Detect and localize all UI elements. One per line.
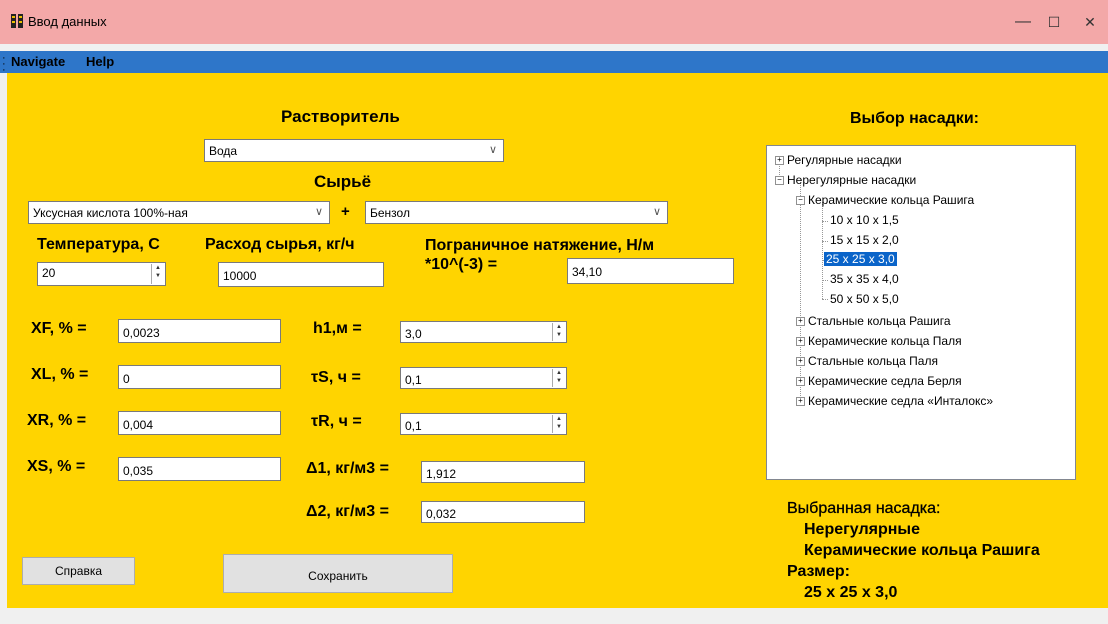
tension-label-line2: *10^(-3) = xyxy=(425,256,498,273)
xf-value: 0,0023 xyxy=(123,326,160,340)
tree-node-other[interactable]: Керамические седла Берля xyxy=(808,374,962,388)
temperature-value: 20 xyxy=(42,266,56,280)
solvent-value: Вода xyxy=(209,144,238,158)
xf-label: XF, % = xyxy=(31,320,87,337)
tree-node-irregular[interactable]: Нерегулярные насадки xyxy=(787,173,916,187)
xr-input[interactable]: 0,004 xyxy=(118,411,281,435)
plus-sign: + xyxy=(341,203,350,220)
spinner-arrows-icon[interactable]: ▲ ▼ xyxy=(151,264,164,284)
delta2-value: 0,032 xyxy=(426,507,457,521)
tree-node-other[interactable]: Стальные кольца Рашига xyxy=(808,314,951,328)
expand-plus-icon[interactable]: + xyxy=(796,337,805,346)
collapse-minus-icon[interactable]: − xyxy=(796,196,805,205)
menu-help[interactable]: Help xyxy=(86,54,114,69)
ts-stepper[interactable]: 0,1 ▲ ▼ xyxy=(400,367,567,389)
selected-name: Керамические кольца Рашига xyxy=(804,542,1040,559)
ts-value: 0,1 xyxy=(405,373,422,387)
flow-value: 10000 xyxy=(223,269,257,283)
flow-input[interactable]: 10000 xyxy=(218,262,384,287)
expand-plus-icon[interactable]: + xyxy=(796,357,805,366)
delta1-value: 1,912 xyxy=(426,467,457,481)
tree-node-size[interactable]: 15 x 15 x 2,0 xyxy=(830,233,899,247)
close-button[interactable]: ✕ xyxy=(1077,10,1103,34)
window-title: Ввод данных xyxy=(28,14,107,29)
expand-plus-icon[interactable]: + xyxy=(796,397,805,406)
h1-stepper[interactable]: 3,0 ▲ ▼ xyxy=(400,321,567,343)
xl-value: 0 xyxy=(123,372,130,386)
chevron-down-icon: ∨ xyxy=(652,206,661,218)
feed-label: Сырьё xyxy=(314,172,372,191)
title-bar: Ввод данных — ☐ ✕ xyxy=(0,0,1108,44)
tree-node-size-selected[interactable]: 25 x 25 x 3,0 xyxy=(824,252,897,266)
xl-input[interactable]: 0 xyxy=(118,365,281,389)
menu-bar: · · · Navigate Help xyxy=(0,51,1108,76)
selected-title: Выбранная насадка: xyxy=(787,500,941,517)
h1-label: h1,м = xyxy=(313,320,362,337)
tr-stepper[interactable]: 0,1 ▲ ▼ xyxy=(400,413,567,435)
expand-plus-icon[interactable]: + xyxy=(796,317,805,326)
tree-node-raschig-ceramic[interactable]: Керамические кольца Рашига xyxy=(808,193,974,207)
ts-label: τS, ч = xyxy=(311,369,361,386)
solvent-select[interactable]: Вода ∨ xyxy=(204,139,504,162)
tension-input[interactable]: 34,10 xyxy=(567,258,734,284)
spinner-arrows-icon[interactable]: ▲ ▼ xyxy=(552,415,565,433)
chevron-down-icon: ∨ xyxy=(314,206,323,218)
xr-label: XR, % = xyxy=(27,412,87,429)
temperature-label: Температура, С xyxy=(37,236,160,253)
expand-plus-icon[interactable]: + xyxy=(796,377,805,386)
delta2-label: Δ2, кг/м3 = xyxy=(306,503,389,520)
expand-plus-icon[interactable]: + xyxy=(775,156,784,165)
xs-input[interactable]: 0,035 xyxy=(118,457,281,481)
tree-node-size[interactable]: 50 x 50 x 5,0 xyxy=(830,292,899,306)
tr-value: 0,1 xyxy=(405,419,422,433)
tension-value: 34,10 xyxy=(572,265,603,279)
xs-label: XS, % = xyxy=(27,458,86,475)
h1-value: 3,0 xyxy=(405,327,422,341)
tension-label-line1: Пограничное натяжение, Н/м xyxy=(425,237,655,254)
feed-select-1[interactable]: Уксусная кислота 100%-ная ∨ xyxy=(28,201,330,224)
spinner-arrows-icon[interactable]: ▲ ▼ xyxy=(552,369,565,387)
grip-icon: · · · xyxy=(2,52,6,76)
tree-node-size[interactable]: 10 x 10 x 1,5 xyxy=(830,213,899,227)
flow-label: Расход сырья, кг/ч xyxy=(205,236,355,253)
size-label: Размер: xyxy=(787,563,850,580)
tree-node-regular[interactable]: Регулярные насадки xyxy=(787,153,902,167)
packing-title: Выбор насадки: xyxy=(850,110,979,127)
delta1-label: Δ1, кг/м3 = xyxy=(306,460,389,477)
selected-type: Нерегулярные xyxy=(804,521,920,538)
packing-tree[interactable]: + Регулярные насадки − Нерегулярные наса… xyxy=(766,145,1076,480)
xr-value: 0,004 xyxy=(123,418,154,432)
size-value: 25 x 25 x 3,0 xyxy=(804,584,898,601)
collapse-minus-icon[interactable]: − xyxy=(775,176,784,185)
menu-navigate[interactable]: Navigate xyxy=(11,54,65,69)
tree-node-size[interactable]: 35 x 35 x 4,0 xyxy=(830,272,899,286)
feed-value-1: Уксусная кислота 100%-ная xyxy=(33,206,188,220)
xs-value: 0,035 xyxy=(123,464,154,478)
tr-label: τR, ч = xyxy=(311,413,362,430)
tree-node-other[interactable]: Керамические седла «Инталокс» xyxy=(808,394,993,408)
feed-value-2: Бензол xyxy=(370,206,410,220)
tree-node-other[interactable]: Стальные кольца Паля xyxy=(808,354,938,368)
save-button[interactable]: Сохранить xyxy=(223,554,453,593)
feed-select-2[interactable]: Бензол ∨ xyxy=(365,201,668,224)
app-icon xyxy=(11,14,23,28)
help-button[interactable]: Справка xyxy=(22,557,135,585)
delta2-input[interactable]: 0,032 xyxy=(421,501,585,523)
maximize-button[interactable]: ☐ xyxy=(1041,10,1067,34)
temperature-stepper[interactable]: 20 ▲ ▼ xyxy=(37,262,166,286)
status-area xyxy=(0,608,1108,624)
tree-node-other[interactable]: Керамические кольца Паля xyxy=(808,334,962,348)
chevron-down-icon: ∨ xyxy=(488,144,497,156)
spinner-arrows-icon[interactable]: ▲ ▼ xyxy=(552,323,565,341)
delta1-input[interactable]: 1,912 xyxy=(421,461,585,483)
solvent-label: Растворитель xyxy=(281,107,400,126)
minimize-button[interactable]: — xyxy=(1010,10,1036,34)
xl-label: XL, % = xyxy=(31,366,89,383)
xf-input[interactable]: 0,0023 xyxy=(118,319,281,343)
